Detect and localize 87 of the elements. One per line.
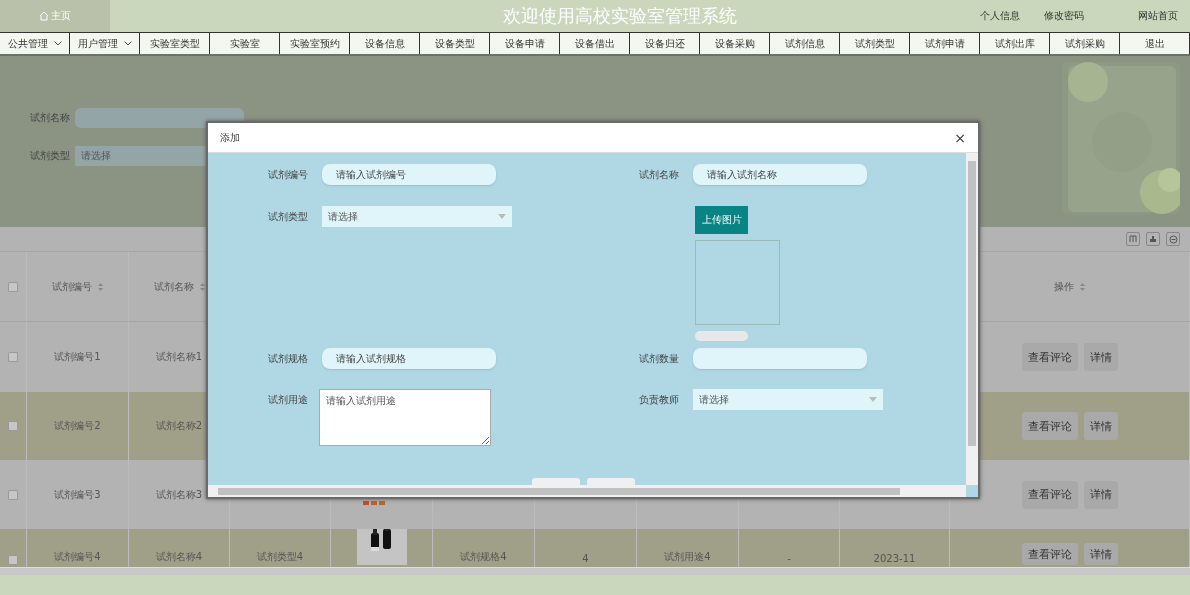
checkbox[interactable]	[8, 555, 18, 565]
nav-item[interactable]: 设备类型	[420, 33, 490, 54]
table-cell: 试剂编号2	[54, 419, 101, 433]
nav-item[interactable]: 公共管理	[0, 33, 70, 54]
nav-item[interactable]: 用户管理	[70, 33, 140, 54]
site-title: 欢迎使用高校实验室管理系统	[502, 4, 738, 28]
nav-item[interactable]: 退出	[1120, 33, 1190, 54]
print-icon[interactable]	[1146, 232, 1160, 246]
field-label: 试剂名称	[638, 168, 679, 182]
action-button[interactable]: 详情	[1083, 543, 1118, 565]
table-cell: 试剂类型4	[256, 550, 304, 564]
input-field[interactable]	[693, 348, 867, 369]
table-cell: 2023-11	[873, 553, 916, 564]
action-button[interactable]: 查看评论	[1021, 343, 1078, 371]
scrollbar-thumb[interactable]	[218, 488, 900, 495]
scrollbar[interactable]	[0, 567, 1190, 575]
export-icon[interactable]	[1166, 232, 1180, 246]
action-button[interactable]: 查看评论	[1021, 543, 1078, 565]
action-button[interactable]: 详情	[1083, 343, 1118, 371]
action-button[interactable]: 详情	[1083, 412, 1118, 440]
field-label: 试剂编号	[267, 168, 308, 182]
field-label: 试剂用途	[267, 393, 308, 407]
table-cell: 试剂规格4	[460, 550, 507, 564]
nav-item[interactable]: 试剂申请	[910, 33, 980, 54]
field-label: 试剂规格	[267, 352, 308, 366]
form-button[interactable]	[532, 478, 580, 485]
nav-item[interactable]: 设备信息	[350, 33, 420, 54]
scrollbar-thumb[interactable]	[968, 161, 976, 446]
table-cell: 试剂编号1	[54, 350, 101, 364]
select-field[interactable]: 请选择	[322, 206, 512, 227]
field-label: 试剂数量	[638, 352, 679, 366]
nav-item[interactable]: 试剂类型	[840, 33, 910, 54]
column-header: 操作	[1054, 279, 1074, 294]
select-field[interactable]: 请选择	[693, 389, 883, 410]
caret-icon	[869, 397, 877, 402]
column-header: 试剂编号	[52, 279, 92, 294]
columns-icon[interactable]	[1126, 232, 1140, 246]
chevron-icon	[123, 41, 132, 46]
action-button[interactable]: 查看评论	[1021, 412, 1078, 440]
close-button[interactable]: ×	[954, 129, 966, 146]
nav-item[interactable]: 试剂采购	[1050, 33, 1120, 54]
table-cell: 试剂编号4	[54, 550, 101, 564]
table-cell: 试剂名称3	[155, 487, 203, 502]
table-cell: 试剂名称1	[155, 350, 203, 364]
field-label: 负责教师	[638, 393, 679, 407]
column-header: 试剂名称	[153, 279, 194, 294]
nav-item[interactable]: 设备申请	[490, 33, 560, 54]
header-link[interactable]: 修改密码	[1044, 9, 1108, 23]
input-field[interactable]	[75, 108, 244, 128]
nav-item[interactable]: 设备借出	[560, 33, 630, 54]
nav-item[interactable]: 实验室类型	[140, 33, 210, 54]
field-label: 试剂类型	[267, 210, 308, 224]
file-name-slot	[695, 331, 748, 341]
field-label: 试剂类型	[30, 149, 71, 163]
textarea-field[interactable]: 请输入试剂用途	[319, 389, 491, 446]
input-field[interactable]: 请输入试剂名称	[693, 164, 867, 185]
dialog-title: 添加	[220, 130, 240, 145]
nav-item[interactable]: 实验室	[210, 33, 280, 54]
header-link[interactable]: 个人信息	[980, 9, 1044, 23]
header-link[interactable]: 网站首页	[1108, 9, 1190, 23]
nav-item[interactable]: 试剂信息	[770, 33, 840, 54]
nav-item[interactable]: 试剂出库	[980, 33, 1050, 54]
sort-icon[interactable]	[98, 282, 103, 291]
table-cell: -	[787, 553, 791, 564]
home-icon	[39, 11, 49, 21]
form-button[interactable]	[587, 478, 635, 485]
table-cell: 试剂编号3	[54, 487, 101, 502]
caret-icon	[498, 214, 506, 219]
nav-item[interactable]: 设备归还	[630, 33, 700, 54]
input-field[interactable]: 请输入试剂规格	[322, 348, 496, 369]
field-label: 试剂名称	[30, 111, 71, 125]
table-cell: 试剂用途4	[664, 550, 711, 564]
action-button[interactable]: 详情	[1083, 480, 1118, 509]
table-cell: 试剂名称2	[155, 419, 203, 433]
upload-button[interactable]: 上传图片	[695, 206, 748, 234]
checkbox[interactable]	[8, 489, 18, 500]
sort-icon[interactable]	[1080, 282, 1085, 291]
input-field[interactable]: 请输入试剂编号	[322, 164, 496, 185]
nav-item[interactable]: 实验室预约	[280, 33, 350, 54]
table-cell: 4	[582, 553, 589, 564]
nav-item[interactable]: 设备采购	[700, 33, 770, 54]
chevron-icon	[53, 41, 62, 46]
action-button[interactable]: 查看评论	[1021, 480, 1078, 509]
checkbox[interactable]	[8, 281, 18, 292]
table-cell: 试剂名称4	[155, 550, 203, 564]
checkbox[interactable]	[8, 421, 18, 431]
checkbox[interactable]	[8, 352, 18, 362]
